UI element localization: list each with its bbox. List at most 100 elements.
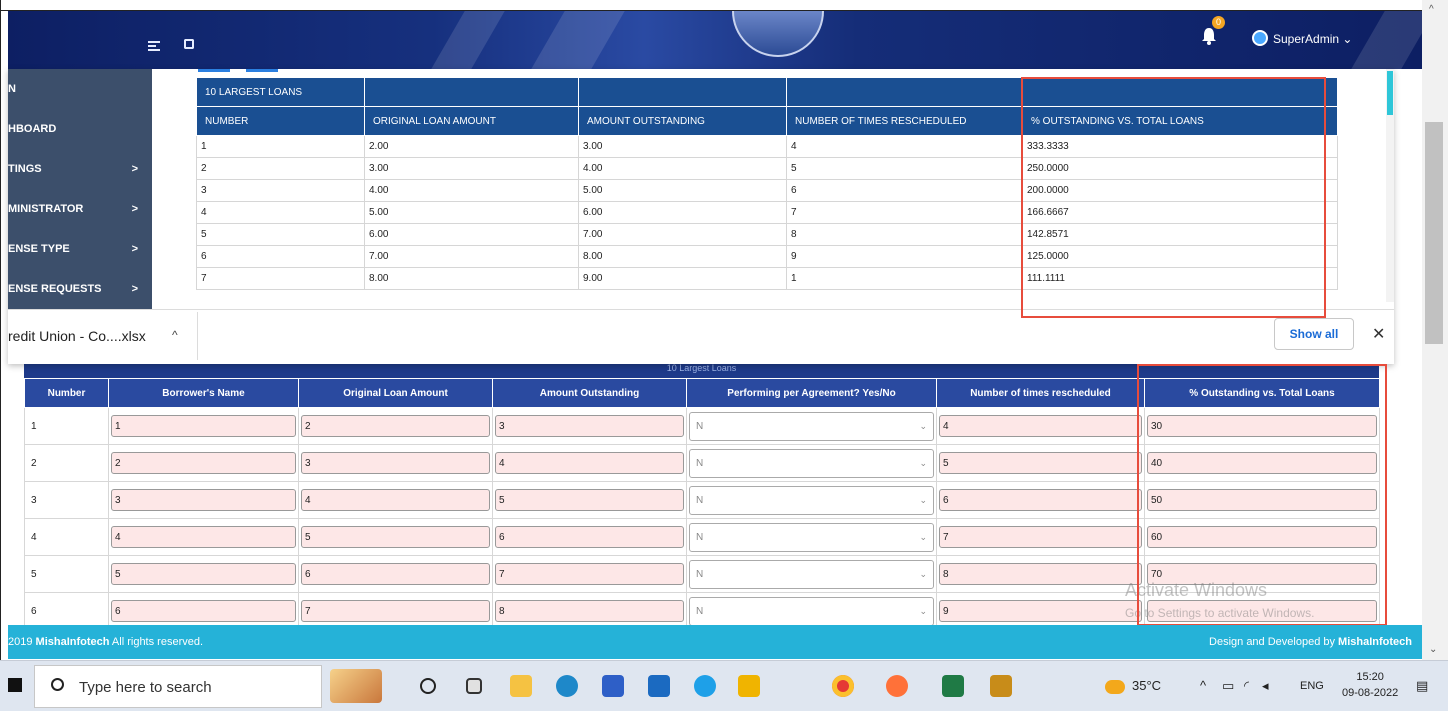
row-number: 1 — [24, 407, 109, 445]
outstanding-input[interactable] — [495, 563, 684, 585]
skype-icon[interactable] — [694, 675, 716, 697]
outstanding-input[interactable] — [495, 452, 684, 474]
sidebar-item-label: N — [8, 83, 16, 95]
avatar[interactable] — [1252, 30, 1268, 46]
scroll-up-icon[interactable]: ^ — [1429, 4, 1434, 15]
network-icon[interactable]: ▭ — [1222, 678, 1234, 694]
rescheduled-input[interactable] — [939, 526, 1142, 548]
copyright-brand[interactable]: MishaInfotech — [36, 636, 110, 648]
performing-value: N — [696, 605, 704, 617]
original-input[interactable] — [301, 452, 490, 474]
performing-select[interactable]: N ⌄ — [689, 596, 934, 626]
windows-taskbar: Type here to search 35°C ^ ▭ ◜ ◂ ENG 15:… — [0, 660, 1448, 711]
store-icon[interactable] — [602, 675, 624, 697]
page-scrollbar-thumb[interactable] — [1425, 122, 1443, 344]
scroll-down-icon[interactable]: ⌄ — [1429, 644, 1437, 655]
borrower-input[interactable] — [111, 452, 296, 474]
performing-select[interactable]: N ⌄ — [689, 522, 934, 552]
outstanding-input[interactable] — [495, 600, 684, 622]
table-cell — [936, 444, 1145, 482]
close-icon[interactable]: ✕ — [1372, 324, 1385, 344]
language-indicator[interactable]: ENG — [1300, 680, 1324, 692]
cortana-icon[interactable] — [420, 678, 436, 694]
sidebar-item[interactable]: N — [8, 69, 152, 109]
sidebar-item[interactable]: ENSE TYPE > — [8, 229, 152, 269]
performing-select[interactable]: N ⌄ — [689, 559, 934, 589]
divider — [197, 312, 198, 360]
menu-toggle-icon[interactable] — [148, 41, 160, 51]
row-number: 3 — [24, 481, 109, 519]
excel-icon[interactable] — [942, 675, 964, 697]
performing-value: N — [696, 494, 704, 506]
chevron-up-icon[interactable]: ^ — [172, 328, 178, 342]
borrower-input[interactable] — [111, 600, 296, 622]
original-input[interactable] — [301, 489, 490, 511]
bell-icon[interactable] — [1200, 26, 1218, 46]
news-thumbnail-icon[interactable] — [330, 669, 382, 703]
preview-scrollbar[interactable] — [1386, 69, 1394, 307]
rescheduled-input[interactable] — [939, 563, 1142, 585]
powerbi-icon[interactable] — [738, 675, 760, 697]
performing-select[interactable]: N ⌄ — [689, 411, 934, 441]
sidebar-item[interactable]: HBOARD — [8, 109, 152, 149]
rescheduled-input[interactable] — [939, 600, 1142, 622]
taskbar-search-input[interactable]: Type here to search — [34, 665, 322, 708]
borrower-input[interactable] — [111, 415, 296, 437]
borrower-input[interactable] — [111, 526, 296, 548]
chrome-icon[interactable] — [832, 675, 854, 697]
performing-value: N — [696, 420, 704, 432]
tray-chevron-up-icon[interactable]: ^ — [1200, 678, 1206, 693]
rescheduled-input[interactable] — [939, 489, 1142, 511]
outstanding-input[interactable] — [495, 526, 684, 548]
sidebar-item-label: MINISTRATOR — [8, 203, 84, 215]
temperature[interactable]: 35°C — [1132, 678, 1161, 693]
chevron-down-icon: ⌄ — [919, 457, 927, 468]
table-cell: 2 — [196, 157, 365, 180]
fullscreen-icon[interactable] — [184, 39, 194, 49]
file-explorer-icon[interactable] — [510, 675, 532, 697]
original-input[interactable] — [301, 563, 490, 585]
table-cell: 3 — [196, 179, 365, 202]
borrower-input[interactable] — [111, 563, 296, 585]
firefox-icon[interactable] — [886, 675, 908, 697]
highlight-box-form — [1137, 364, 1387, 626]
app-icon[interactable] — [990, 675, 1012, 697]
rescheduled-input[interactable] — [939, 415, 1142, 437]
preview-tab-indicator — [246, 69, 278, 72]
row-number: 5 — [24, 555, 109, 593]
table-cell: 5 — [196, 223, 365, 246]
sidebar-item-label: TINGS — [8, 163, 42, 175]
original-input[interactable] — [301, 526, 490, 548]
task-view-icon[interactable] — [466, 678, 482, 694]
original-input[interactable] — [301, 415, 490, 437]
wifi-icon[interactable]: ◜ — [1244, 678, 1249, 694]
sidebar-item[interactable]: TINGS > — [8, 149, 152, 189]
sidebar-item[interactable]: ENSE REQUESTS > — [8, 269, 152, 309]
table-cell: 7.00 — [364, 245, 579, 268]
outstanding-input[interactable] — [495, 489, 684, 511]
table-cell — [298, 481, 493, 519]
notifications-icon[interactable]: ▤ — [1416, 678, 1428, 694]
edge-icon[interactable] — [556, 675, 578, 697]
show-all-button[interactable]: Show all — [1274, 318, 1354, 350]
performing-select[interactable]: N ⌄ — [689, 485, 934, 515]
preview-scrollbar-thumb[interactable] — [1387, 71, 1393, 115]
clock[interactable]: 15:20 09-08-2022 — [1342, 669, 1398, 701]
credit-brand[interactable]: MishaInfotech — [1338, 636, 1412, 648]
rescheduled-input[interactable] — [939, 452, 1142, 474]
outstanding-input[interactable] — [495, 415, 684, 437]
screen: 0 SuperAdmin ⌄ ^ ⌄ 10 Largest Loans Numb… — [0, 0, 1448, 711]
table-cell — [492, 555, 687, 593]
volume-icon[interactable]: ◂ — [1262, 678, 1269, 694]
download-file-name[interactable]: redit Union - Co....xlsx — [8, 328, 146, 344]
table-cell — [492, 444, 687, 482]
performing-select[interactable]: N ⌄ — [689, 448, 934, 478]
windows-start-icon[interactable] — [8, 678, 22, 692]
borrower-input[interactable] — [111, 489, 296, 511]
weather-icon[interactable] — [1105, 680, 1125, 694]
mail-icon[interactable] — [648, 675, 670, 697]
user-menu[interactable]: SuperAdmin ⌄ — [1273, 32, 1352, 46]
original-input[interactable] — [301, 600, 490, 622]
sidebar-item[interactable]: MINISTRATOR > — [8, 189, 152, 229]
page-footer: 2019 MishaInfotech All rights reserved. … — [8, 625, 1422, 659]
